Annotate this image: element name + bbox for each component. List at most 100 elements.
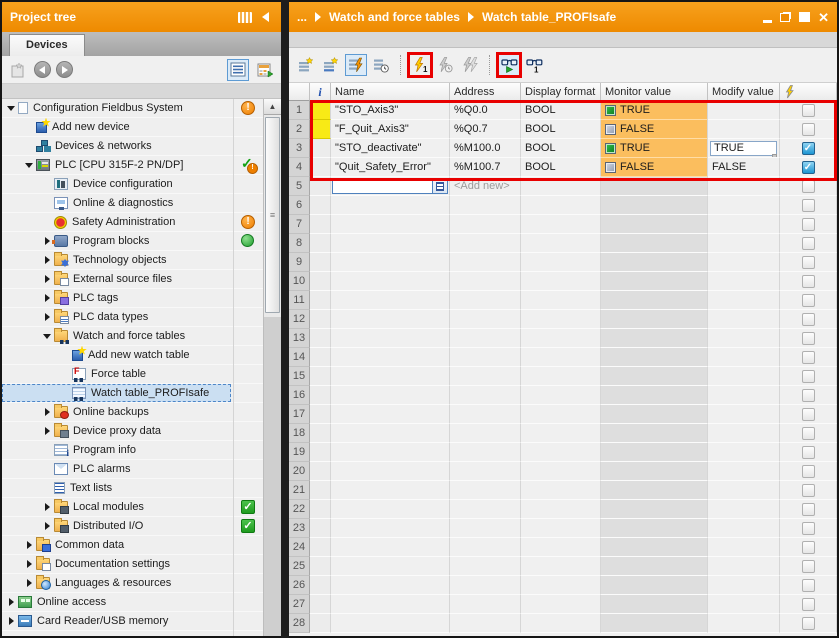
scroll-up-icon[interactable]: ▲ <box>264 99 281 115</box>
address-cell[interactable] <box>450 348 521 367</box>
tree-item[interactable]: Online & diagnostics <box>2 194 281 213</box>
name-cell[interactable] <box>331 329 450 348</box>
modify-enable-checkbox[interactable] <box>802 180 815 193</box>
add-row-button[interactable] <box>320 54 342 76</box>
modify-value-cell[interactable] <box>708 196 780 215</box>
display-format-cell[interactable] <box>521 386 601 405</box>
display-format-cell[interactable] <box>521 443 601 462</box>
modify-enable-checkbox[interactable] <box>802 446 815 459</box>
modify-enable-checkbox[interactable] <box>802 123 815 136</box>
modify-value-input[interactable]: TRUE <box>710 141 777 156</box>
details-view-button[interactable] <box>227 59 249 81</box>
modify-enable-checkbox[interactable] <box>802 161 815 174</box>
address-cell[interactable] <box>450 196 521 215</box>
row-number[interactable]: 23 <box>289 519 310 538</box>
row-number[interactable]: 1 <box>289 101 310 120</box>
modify-enable-checkbox[interactable] <box>802 598 815 611</box>
row-number[interactable]: 13 <box>289 329 310 348</box>
float-window-button[interactable] <box>780 12 791 22</box>
tree-item[interactable]: Common data <box>2 536 281 555</box>
tree-item[interactable]: Device configuration <box>2 175 281 194</box>
modify-enable-checkbox[interactable] <box>802 313 815 326</box>
display-format-cell[interactable] <box>521 519 601 538</box>
modify-enable-checkbox[interactable] <box>802 294 815 307</box>
row-number[interactable]: 15 <box>289 367 310 386</box>
row-number[interactable]: 7 <box>289 215 310 234</box>
breadcrumb-watch-and-force-tables[interactable]: Watch and force tables <box>329 10 460 24</box>
display-format-cell[interactable] <box>521 481 601 500</box>
modify-value-cell[interactable] <box>708 253 780 272</box>
scrollbar-thumb[interactable]: ≡ <box>265 117 280 313</box>
modify-value-cell[interactable] <box>708 386 780 405</box>
display-format-cell[interactable] <box>521 291 601 310</box>
modify-enable-checkbox[interactable] <box>802 541 815 554</box>
display-format-cell[interactable] <box>521 500 601 519</box>
header-modify-enable[interactable] <box>780 83 837 101</box>
name-cell[interactable] <box>331 557 450 576</box>
modify-enable-checkbox[interactable] <box>802 427 815 440</box>
modify-enable-checkbox[interactable] <box>802 256 815 269</box>
display-format-cell[interactable]: BOOL <box>521 101 601 120</box>
row-number[interactable]: 8 <box>289 234 310 253</box>
caret-right-icon[interactable] <box>42 294 52 302</box>
tab-devices[interactable]: Devices <box>9 34 85 56</box>
monitor-all-button[interactable] <box>345 54 367 76</box>
tree-item[interactable]: Safety Administration <box>2 213 281 232</box>
row-number[interactable]: 16 <box>289 386 310 405</box>
name-cell[interactable] <box>331 443 450 462</box>
tree-item[interactable]: Configuration Fieldbus System <box>2 99 281 118</box>
display-format-cell[interactable] <box>521 234 601 253</box>
display-format-cell[interactable] <box>521 310 601 329</box>
modify-enable-checkbox[interactable] <box>802 389 815 402</box>
name-cell[interactable] <box>331 310 450 329</box>
name-cell[interactable] <box>331 253 450 272</box>
modify-enable-checkbox[interactable] <box>802 617 815 630</box>
row-number[interactable]: 10 <box>289 272 310 291</box>
modify-enable-checkbox[interactable] <box>802 199 815 212</box>
caret-down-icon[interactable] <box>42 334 52 339</box>
tree-item[interactable]: Force table <box>2 365 281 384</box>
row-number[interactable]: 19 <box>289 443 310 462</box>
row-number[interactable]: 22 <box>289 500 310 519</box>
name-cell[interactable] <box>331 500 450 519</box>
new-tag-name-input[interactable] <box>332 178 448 194</box>
tree-item[interactable]: Technology objects <box>2 251 281 270</box>
modify-value-cell[interactable]: FALSE <box>708 158 780 177</box>
modify-value-cell[interactable] <box>708 595 780 614</box>
name-cell[interactable] <box>331 519 450 538</box>
maximize-button[interactable] <box>799 12 810 22</box>
watch-once-button[interactable]: 1 <box>523 54 545 76</box>
name-cell[interactable] <box>331 424 450 443</box>
name-cell[interactable] <box>331 196 450 215</box>
caret-down-icon[interactable] <box>6 106 16 111</box>
tree-item[interactable]: Card Reader/USB memory <box>2 612 281 631</box>
address-cell[interactable] <box>450 424 521 443</box>
header-name[interactable]: Name <box>331 83 450 101</box>
name-cell[interactable] <box>331 481 450 500</box>
tree-item[interactable]: Add new device <box>2 118 281 137</box>
modify-value-cell[interactable] <box>708 500 780 519</box>
modify-value-cell[interactable] <box>708 462 780 481</box>
modify-value-cell[interactable] <box>708 234 780 253</box>
modify-enable-checkbox[interactable] <box>802 560 815 573</box>
modify-enable-checkbox[interactable] <box>802 332 815 345</box>
display-format-cell[interactable] <box>521 595 601 614</box>
modify-enable-checkbox[interactable] <box>802 275 815 288</box>
header-address[interactable]: Address <box>450 83 521 101</box>
address-cell[interactable] <box>450 538 521 557</box>
header-row-number[interactable] <box>289 83 310 101</box>
modify-with-trigger-button[interactable] <box>434 54 456 76</box>
address-cell[interactable]: %Q0.0 <box>450 101 521 120</box>
address-cell[interactable] <box>450 500 521 519</box>
display-format-cell[interactable] <box>521 424 601 443</box>
tree-item[interactable]: Text lists <box>2 479 281 498</box>
modify-enable-checkbox[interactable] <box>802 351 815 364</box>
tree-item[interactable]: Program blocks <box>2 232 281 251</box>
address-cell[interactable] <box>450 405 521 424</box>
open-missing-editors-button[interactable] <box>254 59 276 81</box>
breadcrumb-watch-table-profisafe[interactable]: Watch table_PROFIsafe <box>482 10 616 24</box>
caret-right-icon[interactable] <box>24 560 34 568</box>
insert-row-button[interactable] <box>295 54 317 76</box>
address-cell[interactable] <box>450 614 521 633</box>
tree-item[interactable]: Online backups <box>2 403 281 422</box>
